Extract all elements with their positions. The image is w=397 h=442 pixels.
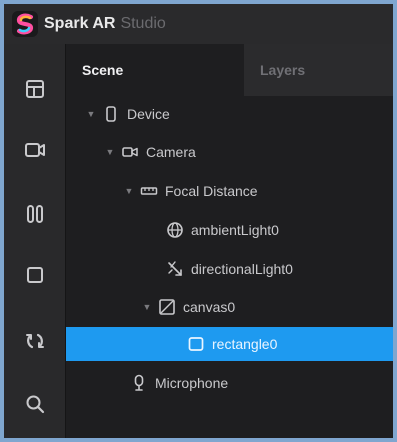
focal-distance-icon xyxy=(140,182,158,200)
toolbar-refresh-button[interactable] xyxy=(18,324,52,358)
ambient-light-icon xyxy=(166,221,184,239)
video-camera-icon xyxy=(25,143,45,157)
tab-scene[interactable]: Scene xyxy=(66,44,244,96)
microphone-icon xyxy=(130,374,148,392)
refresh-icon xyxy=(26,333,44,349)
tree-item-label: canvas0 xyxy=(183,299,236,315)
tree-item-label: Camera xyxy=(146,144,196,160)
tree-item-camera[interactable]: ▼ Camera xyxy=(66,135,393,169)
pause-columns-icon xyxy=(27,205,43,223)
tree-item-label: ambientLight0 xyxy=(191,222,279,238)
tree-item-focal-distance[interactable]: ▼ Focal Distance xyxy=(66,174,393,208)
layout-icon xyxy=(26,80,44,98)
rectangle-icon xyxy=(187,335,205,353)
scene-panel: Scene Layers ▼ Device ▼ Camera ▼ Focal D… xyxy=(66,44,393,438)
expand-arrow-icon[interactable]: ▼ xyxy=(122,186,136,196)
tree-item-label: Device xyxy=(127,106,170,122)
expand-arrow-icon[interactable]: ▼ xyxy=(103,147,117,157)
tree-item-rectangle[interactable]: rectangle0 xyxy=(66,327,393,361)
camera-icon xyxy=(121,143,139,161)
toolbar-video-button[interactable] xyxy=(18,133,52,167)
square-icon xyxy=(27,267,43,283)
toolbar-pause-button[interactable] xyxy=(18,197,52,231)
expand-arrow-icon[interactable]: ▼ xyxy=(140,302,154,312)
panel-tabs: Scene Layers xyxy=(66,44,393,96)
tree-item-label: Focal Distance xyxy=(165,183,258,199)
device-icon xyxy=(102,105,120,123)
expand-arrow-icon[interactable]: ▼ xyxy=(84,109,98,119)
directional-light-icon xyxy=(166,260,184,278)
app-name: Spark AR xyxy=(44,15,116,32)
tree-item-label: directionalLight0 xyxy=(191,261,293,277)
spark-ar-logo-icon xyxy=(12,11,38,37)
tree-item-label: Microphone xyxy=(155,375,229,391)
toolbar-layout-button[interactable] xyxy=(18,72,52,106)
tree-item-device[interactable]: ▼ Device xyxy=(66,97,393,131)
tree-item-canvas[interactable]: ▼ canvas0 xyxy=(66,290,393,324)
app-name-sub: Studio xyxy=(120,15,166,32)
app-window: Spark AR Studio Scene Layers ▼ Device ▼ … xyxy=(0,0,397,442)
tree-item-directional-light[interactable]: directionalLight0 xyxy=(66,252,393,286)
canvas-icon xyxy=(158,298,176,316)
title-bar: Spark AR Studio xyxy=(4,4,393,44)
tree-item-ambient-light[interactable]: ambientLight0 xyxy=(66,213,393,247)
tab-layers[interactable]: Layers xyxy=(244,44,393,96)
search-icon xyxy=(26,395,45,414)
tree-item-microphone[interactable]: Microphone xyxy=(66,366,393,400)
left-toolbar xyxy=(4,44,66,438)
toolbar-square-button[interactable] xyxy=(18,258,52,292)
tree-item-label: rectangle0 xyxy=(212,336,278,352)
toolbar-search-button[interactable] xyxy=(18,387,52,421)
